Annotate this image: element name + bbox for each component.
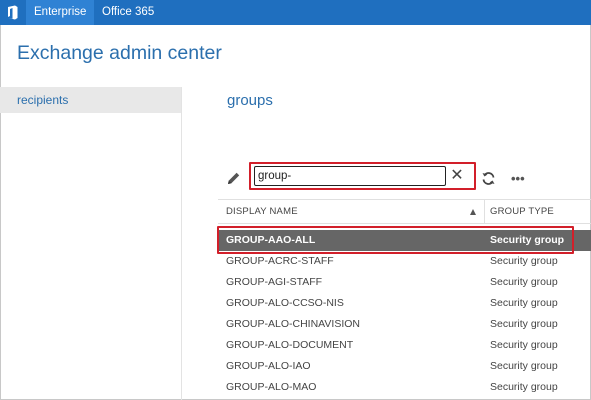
- table-header: DISPLAY NAME GROUP TYPE: [218, 199, 591, 224]
- refresh-icon[interactable]: [481, 171, 496, 186]
- table-row[interactable]: GROUP-ALO-DOCUMENT Security group: [218, 335, 591, 356]
- row-display-name: GROUP-ALO-CCSO-NIS: [226, 297, 344, 309]
- row-group-type: Security group: [490, 255, 558, 267]
- table-row[interactable]: GROUP-ACRC-STAFF Security group: [218, 251, 591, 272]
- row-group-type: Security group: [490, 360, 558, 372]
- app-title: Exchange admin center: [17, 42, 222, 64]
- row-display-name: GROUP-ALO-MAO: [226, 381, 317, 393]
- row-group-type: Security group: [490, 297, 558, 309]
- row-group-type: Security group: [490, 339, 558, 351]
- tab-enterprise[interactable]: Enterprise: [26, 0, 95, 25]
- tab-office-365[interactable]: Office 365: [94, 0, 162, 25]
- selected-row-highlight-outline: [217, 226, 574, 254]
- column-header-group-type[interactable]: GROUP TYPE: [490, 200, 554, 224]
- sidebar-item-recipients[interactable]: recipients: [0, 87, 181, 113]
- row-group-type: Security group: [490, 381, 558, 393]
- row-display-name: GROUP-ALO-IAO: [226, 360, 311, 372]
- row-display-name: GROUP-ACRC-STAFF: [226, 255, 334, 267]
- row-display-name: GROUP-ALO-DOCUMENT: [226, 339, 354, 351]
- row-group-type: Security group: [490, 276, 558, 288]
- sidebar: recipients: [0, 87, 182, 400]
- office-logo-icon[interactable]: [3, 3, 22, 22]
- sort-ascending-icon[interactable]: [470, 209, 476, 215]
- top-navigation-bar: Enterprise Office 365: [0, 0, 591, 25]
- row-display-name: GROUP-ALO-CHINAVISION: [226, 318, 360, 330]
- table-row[interactable]: GROUP-ALO-IAO Security group: [218, 356, 591, 377]
- table-row[interactable]: GROUP-ALO-CCSO-NIS Security group: [218, 293, 591, 314]
- row-group-type: Security group: [490, 318, 558, 330]
- row-display-name: GROUP-AGI-STAFF: [226, 276, 323, 288]
- column-header-display-name[interactable]: DISPLAY NAME: [226, 200, 298, 224]
- more-options-button[interactable]: •••: [511, 171, 525, 186]
- table-row[interactable]: GROUP-AGI-STAFF Security group: [218, 272, 591, 293]
- table-row[interactable]: GROUP-ALO-MAO Security group: [218, 377, 591, 398]
- column-divider[interactable]: [484, 200, 485, 224]
- pencil-icon[interactable]: [225, 170, 242, 187]
- page-title[interactable]: groups: [227, 92, 273, 109]
- table-row[interactable]: GROUP-ALO-CHINAVISION Security group: [218, 314, 591, 335]
- search-highlight-outline: [249, 162, 476, 190]
